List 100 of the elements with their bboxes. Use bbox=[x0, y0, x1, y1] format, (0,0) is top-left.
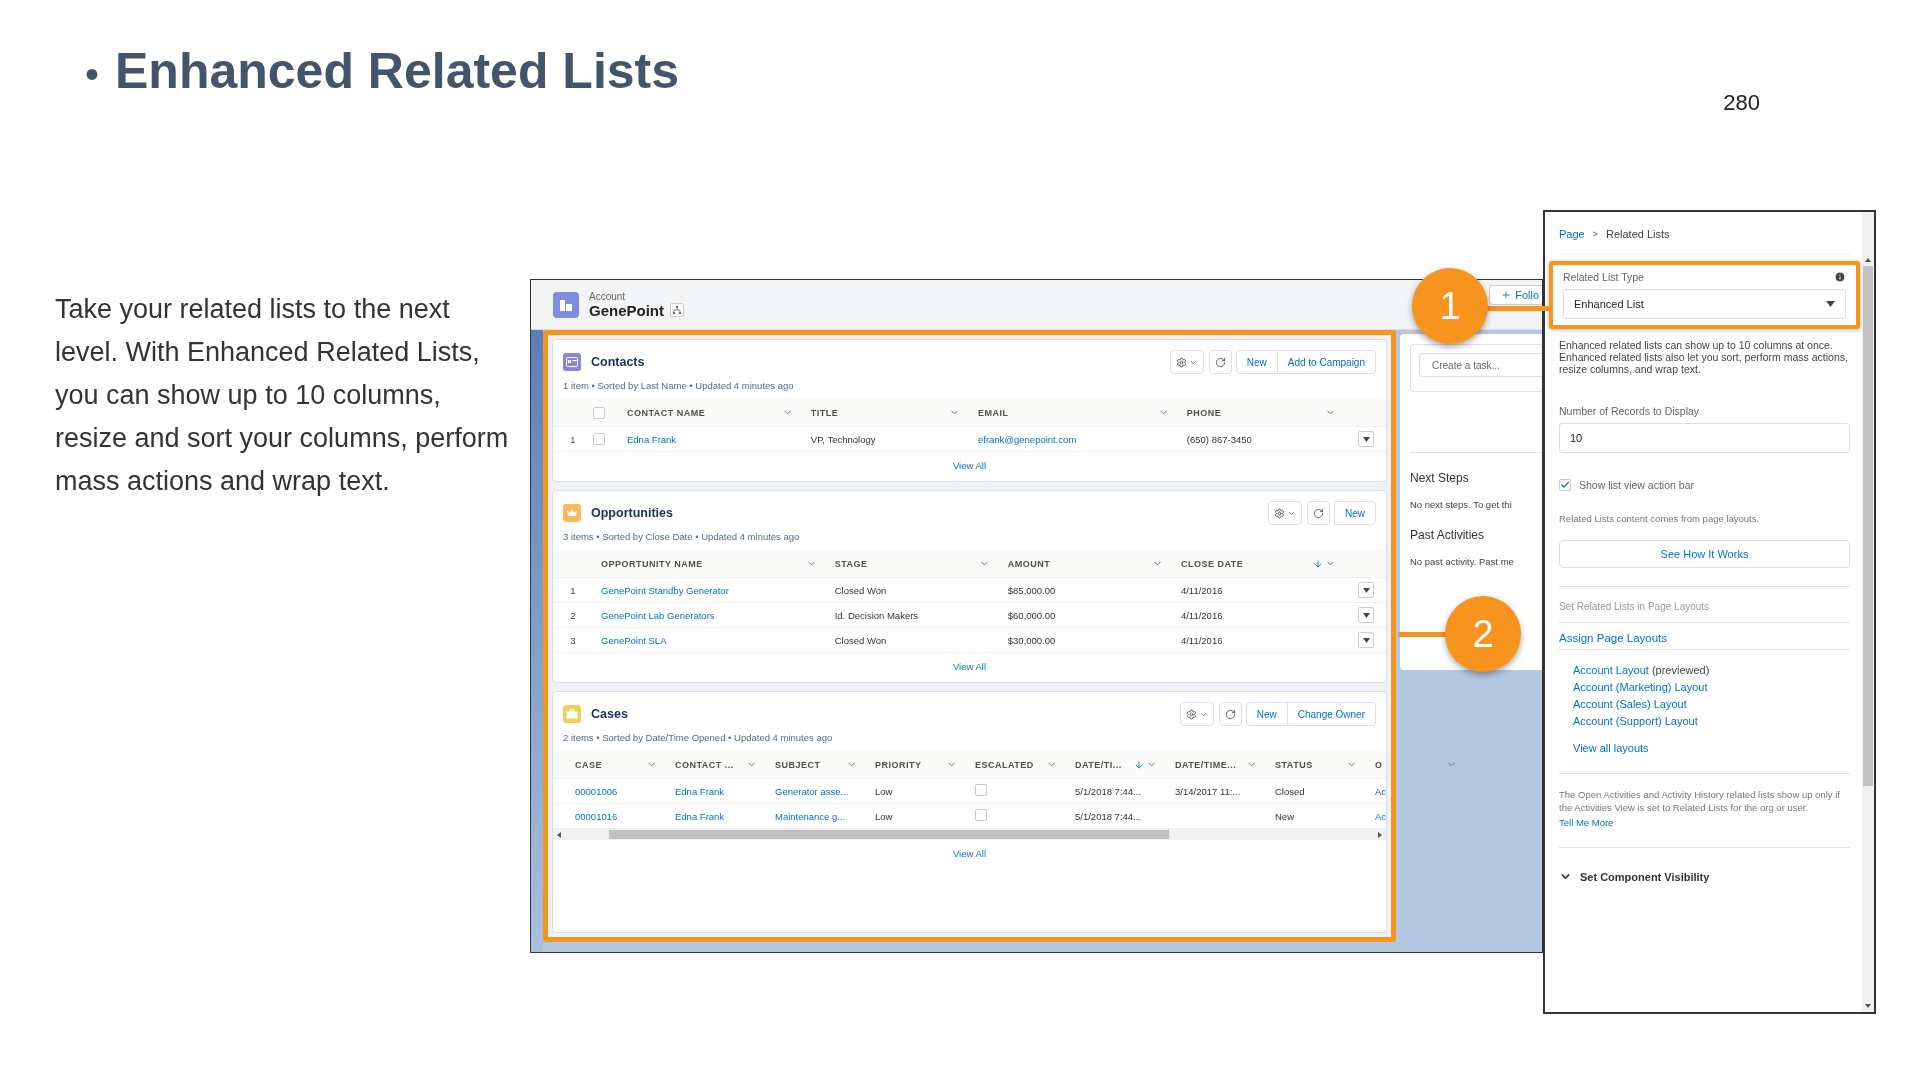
record-link[interactable]: 00001016 bbox=[567, 810, 667, 822]
refresh-icon bbox=[1224, 708, 1236, 720]
view-all-layouts-link[interactable]: View all layouts bbox=[1559, 740, 1850, 757]
list-action-button[interactable]: New bbox=[1235, 350, 1278, 374]
assign-layouts-link[interactable]: Assign Page Layouts bbox=[1559, 627, 1850, 650]
record-name: GenePoint bbox=[589, 301, 664, 319]
layout-link[interactable]: Account Layout (previewed) bbox=[1559, 662, 1850, 679]
table-cell-text: 4/11/2016 bbox=[1179, 609, 1224, 621]
refresh-button[interactable] bbox=[1218, 702, 1242, 726]
column-header[interactable]: SUBJECT bbox=[767, 759, 867, 770]
layout-link[interactable]: Account (Sales) Layout bbox=[1559, 696, 1850, 713]
column-header[interactable]: CLOSE DATE bbox=[1172, 558, 1346, 569]
list-action-button[interactable]: Change Owner bbox=[1286, 702, 1376, 726]
follow-button[interactable]: Follo bbox=[1489, 285, 1542, 305]
record-link[interactable]: Edna Frank bbox=[667, 785, 767, 797]
table-cell-text: Id. Decision Makers bbox=[833, 609, 920, 621]
refresh-button[interactable] bbox=[1208, 350, 1232, 374]
see-how-button[interactable]: See How It Works bbox=[1559, 540, 1850, 568]
slide-paragraph: Take your related lists to the next level. With Enhanced Related Lists, you can show up to 10 columns, resize and sort your columns, perform mass actions and wrap text. bbox=[55, 293, 510, 498]
section-toggle[interactable]: Set Component Visibility bbox=[1580, 870, 1710, 883]
table-cell-text: Low bbox=[874, 810, 894, 822]
record-link[interactable]: GenePoint Lab Generators bbox=[593, 609, 827, 621]
escalated-checkbox[interactable] bbox=[975, 809, 987, 821]
settings-menu-button[interactable] bbox=[1169, 350, 1204, 374]
action-bar-checkbox[interactable] bbox=[1559, 479, 1571, 491]
field-label: Number of Records to Display bbox=[1559, 405, 1701, 417]
list-title[interactable]: Contacts bbox=[591, 355, 645, 369]
column-header[interactable]: O bbox=[1367, 759, 1467, 770]
caret-icon bbox=[1362, 612, 1370, 618]
row-checkbox[interactable] bbox=[593, 433, 605, 445]
record-link[interactable]: GenePoint Standby Generator bbox=[593, 584, 827, 596]
row-number: 3 bbox=[569, 634, 577, 646]
row-menu-button[interactable] bbox=[1358, 632, 1374, 648]
section-title: Past Activities bbox=[1410, 528, 1486, 542]
field-label: Related List Type bbox=[1563, 271, 1644, 283]
column-header[interactable]: STATUS bbox=[1267, 759, 1367, 770]
column-header[interactable]: DATE/TIME... bbox=[1167, 759, 1267, 770]
section-heading: Set Related Lists in Page Layouts bbox=[1559, 601, 1711, 612]
column-header[interactable]: DATE/TI... bbox=[1067, 759, 1167, 770]
record-link[interactable]: Generator asse... bbox=[767, 785, 867, 797]
record-link[interactable]: Ac bbox=[1367, 785, 1467, 797]
info-icon[interactable] bbox=[1834, 271, 1846, 283]
record-link[interactable]: efrank@genepoint.com bbox=[969, 433, 1179, 445]
column-header[interactable]: TITLE bbox=[802, 407, 970, 418]
refresh-icon bbox=[1313, 507, 1324, 519]
settings-menu-button[interactable] bbox=[1268, 501, 1302, 525]
refresh-icon bbox=[1214, 356, 1226, 368]
list-summary: 1 item • Sorted by Last Name • Updated 4 minutes ago bbox=[563, 380, 795, 391]
view-all-link[interactable]: View All bbox=[952, 653, 987, 678]
list-action-button[interactable]: New bbox=[1334, 501, 1376, 525]
list-type-select[interactable]: Enhanced List bbox=[1563, 289, 1846, 319]
record-link[interactable]: Edna Frank bbox=[619, 433, 803, 445]
escalated-checkbox[interactable] bbox=[975, 784, 987, 796]
refresh-button[interactable] bbox=[1307, 501, 1330, 525]
list-action-button[interactable]: New bbox=[1245, 702, 1288, 726]
column-header[interactable]: OPPORTUNITY NAME bbox=[593, 558, 827, 569]
column-header[interactable]: CASE bbox=[567, 759, 667, 770]
list-summary: 3 items • Sorted by Close Date • Updated 4 minutes ago bbox=[563, 531, 801, 542]
list-action-button[interactable]: Add to Campaign bbox=[1276, 350, 1376, 374]
settings-menu-button[interactable] bbox=[1179, 702, 1214, 726]
records-input-field[interactable]: 10 bbox=[1559, 423, 1850, 453]
view-all-link[interactable]: View All bbox=[952, 452, 987, 477]
record-link[interactable]: 00001006 bbox=[567, 785, 667, 797]
column-header[interactable]: EMAIL bbox=[969, 407, 1179, 418]
settings-icon bbox=[1175, 356, 1187, 368]
horizontal-scrollbar[interactable] bbox=[553, 829, 1386, 840]
list-title[interactable]: Opportunities bbox=[591, 506, 673, 520]
slide-title: Enhanced Related Lists bbox=[115, 42, 680, 100]
column-header[interactable]: STAGE bbox=[826, 558, 1000, 569]
help-text: Enhanced related lists can show up to 10 columns at once. Enhanced related lists also let you sort, perform mass actions, resize columns, and wrap text. bbox=[1559, 339, 1849, 375]
layout-link[interactable]: Account (Support) Layout bbox=[1559, 713, 1850, 730]
select-all-checkbox[interactable] bbox=[593, 406, 605, 419]
caret-icon bbox=[1362, 436, 1370, 442]
column-header[interactable]: AMOUNT bbox=[999, 558, 1173, 569]
row-menu-button[interactable] bbox=[1358, 582, 1374, 598]
activities-note: The Open Activities and Activity History related lists show up only if the Activities View is set to Related Lists for the org or user. Tell Me More bbox=[1559, 788, 1841, 830]
record-link[interactable]: GenePoint SLA bbox=[593, 634, 827, 646]
column-header[interactable]: ESCALATED bbox=[967, 759, 1067, 770]
record-link[interactable]: Maintenance g... bbox=[767, 810, 867, 822]
hierarchy-button[interactable] bbox=[670, 303, 684, 317]
section-text: No past activity. Past me bbox=[1410, 556, 1515, 567]
view-all-link[interactable]: View All bbox=[952, 840, 987, 865]
settings-icon bbox=[1274, 507, 1285, 519]
list-title[interactable]: Cases bbox=[591, 707, 628, 721]
vertical-scrollbar[interactable] bbox=[1862, 212, 1874, 1012]
note-text: Related Lists content comes from page layouts. bbox=[1559, 513, 1761, 524]
row-menu-button[interactable] bbox=[1358, 607, 1374, 623]
column-header[interactable]: CONTACT NAME bbox=[619, 407, 803, 418]
row-number: 1 bbox=[569, 433, 577, 445]
column-header[interactable]: PRIORITY bbox=[867, 759, 967, 770]
column-header[interactable]: CONTACT ... bbox=[667, 759, 767, 770]
breadcrumb-link[interactable]: Page bbox=[1559, 228, 1585, 240]
record-link[interactable]: Edna Frank bbox=[667, 810, 767, 822]
object-label: Account bbox=[589, 290, 627, 302]
column-header[interactable]: PHONE bbox=[1178, 407, 1346, 418]
record-link[interactable]: Ac bbox=[1367, 810, 1467, 822]
row-menu-button[interactable] bbox=[1358, 431, 1374, 447]
tell-me-more-link[interactable]: Tell Me More bbox=[1559, 817, 1614, 828]
layout-link[interactable]: Account (Marketing) Layout bbox=[1559, 679, 1850, 696]
task-input-field[interactable]: Create a task... bbox=[1419, 353, 1542, 377]
